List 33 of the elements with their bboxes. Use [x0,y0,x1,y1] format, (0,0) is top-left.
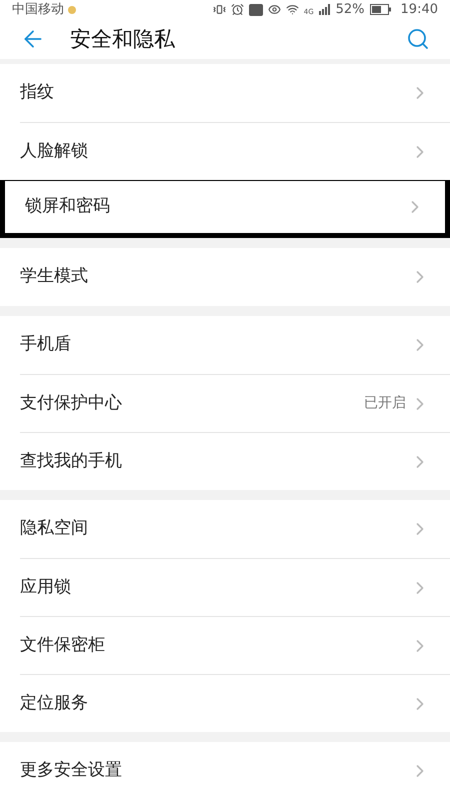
settings-item[interactable]: 指纹 [20,64,450,122]
battery-percent: 52% [336,1,365,20]
settings-item[interactable]: 支付保护中心 已开启 [20,374,450,432]
item-label: 学生模式 [20,265,88,288]
item-label: 查找我的手机 [20,450,122,473]
page-title: 安全和隐私 [70,26,175,53]
item-label: 手机盾 [20,333,71,356]
item-label: 指纹 [20,81,54,104]
settings-item[interactable]: 查找我的手机 [20,432,450,490]
clock-time: 19:40 [400,1,438,20]
search-button[interactable] [406,27,430,52]
item-label: 定位服务 [20,692,88,715]
settings-item[interactable]: 手机盾 [20,316,450,374]
vibrate-icon [212,3,226,16]
item-value: 已开启 [364,394,406,413]
item-label: 文件保密柜 [20,634,105,657]
item-label: 支付保护中心 [20,392,122,415]
settings-item[interactable]: 锁屏和密码 [0,180,450,238]
item-label: 隐私空间 [20,517,88,540]
item-label: 更多安全设置 [20,759,122,782]
settings-item[interactable]: 定位服务 [20,674,450,732]
settings-item[interactable]: 应用锁 [20,558,450,616]
eye-icon [268,3,281,16]
battery-icon [370,4,392,16]
signal-icon [318,4,331,16]
item-label: 锁屏和密码 [25,195,110,218]
settings-item[interactable]: 人脸解锁 [20,122,450,180]
item-label: 应用锁 [20,576,71,599]
settings-item[interactable]: 隐私空间 [20,500,450,558]
carrier-name: 中国移动 [12,1,64,20]
alarm-icon [230,3,244,16]
settings-item[interactable]: 文件保密柜 [20,616,450,674]
item-label: 人脸解锁 [20,140,88,163]
